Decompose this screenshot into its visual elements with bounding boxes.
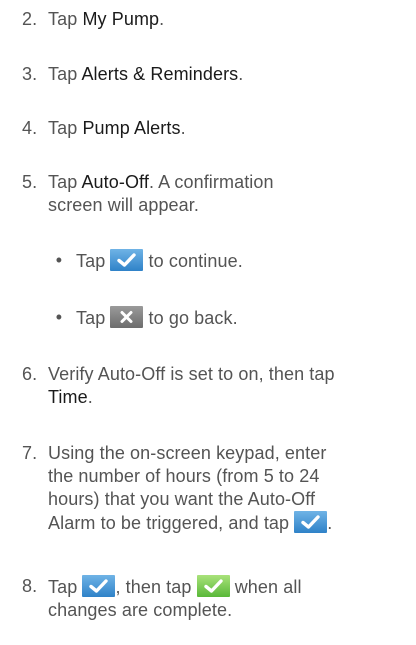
bullet-text: to go back. bbox=[143, 308, 238, 328]
step-text: . A confirmation bbox=[148, 172, 274, 192]
bullet-text: Tap bbox=[76, 308, 111, 328]
step-text: Tap bbox=[48, 9, 83, 29]
ui-term-my-pump: My Pump bbox=[82, 9, 160, 29]
bullet-dot: • bbox=[55, 250, 63, 270]
bullet-text: to continue. bbox=[143, 251, 243, 271]
step-2: 2. Tap My Pump. bbox=[22, 8, 414, 31]
step-5: 5. Tap Auto-Off. A confirmation screen w… bbox=[22, 171, 414, 217]
bullet-dot: • bbox=[55, 307, 63, 327]
step-number: 8. bbox=[22, 576, 38, 596]
step-text: Using the on-screen keypad, enter bbox=[48, 443, 327, 463]
step-text: Tap bbox=[48, 172, 82, 192]
bullet-continue: • Tap to continue. bbox=[52, 249, 412, 273]
step-text: Tap bbox=[48, 118, 83, 138]
close-icon bbox=[110, 306, 144, 328]
checkmark-icon bbox=[294, 511, 328, 533]
checkmark-icon bbox=[82, 575, 116, 597]
step-text: . bbox=[238, 64, 244, 84]
step-text: Alarm to be triggered, and tap bbox=[48, 513, 295, 533]
bullet-go-back: • Tap to go back. bbox=[52, 306, 412, 330]
step-text: . bbox=[327, 513, 333, 533]
step-number: 4. bbox=[22, 118, 38, 138]
checkmark-icon bbox=[110, 249, 144, 271]
step-number: 5. bbox=[22, 172, 38, 192]
ui-term-time: Time bbox=[48, 387, 88, 407]
step-text: hours) that you want the Auto-Off bbox=[48, 489, 316, 509]
step-text: Tap bbox=[48, 64, 82, 84]
step-7: 7. Using the on-screen keypad, enter the… bbox=[22, 442, 414, 535]
bullet-text: Tap bbox=[76, 251, 111, 271]
step-number: 2. bbox=[22, 9, 38, 29]
step-number: 7. bbox=[22, 443, 38, 463]
step-text: . bbox=[87, 387, 93, 407]
step-text: . bbox=[180, 118, 186, 138]
ui-term-pump-alerts: Pump Alerts bbox=[82, 118, 181, 138]
instruction-list: 2. Tap My Pump. 3. Tap Alerts & Reminder… bbox=[0, 0, 416, 645]
ui-term-alerts-reminders: Alerts & Reminders bbox=[81, 64, 239, 84]
step-4: 4. Tap Pump Alerts. bbox=[22, 117, 414, 140]
step-text: when all bbox=[229, 577, 302, 597]
step-number: 3. bbox=[22, 64, 38, 84]
step-text: changes are complete. bbox=[48, 600, 233, 620]
checkmark-icon bbox=[196, 575, 230, 597]
step-text: Verify Auto-Off is set to on, then tap bbox=[48, 364, 335, 384]
ui-term-auto-off: Auto-Off bbox=[81, 172, 149, 192]
step-text: Tap bbox=[48, 577, 83, 597]
step-3: 3. Tap Alerts & Reminders. bbox=[22, 63, 414, 86]
step-text: the number of hours (from 5 to 24 bbox=[48, 466, 320, 486]
step-8: 8. Tap , then tap when all changes are c… bbox=[22, 575, 414, 622]
step-text: , then tap bbox=[115, 577, 197, 597]
step-text: screen will appear. bbox=[48, 195, 199, 215]
step-text: . bbox=[159, 9, 165, 29]
step-6: 6. Verify Auto-Off is set to on, then ta… bbox=[22, 363, 414, 409]
step-number: 6. bbox=[22, 364, 38, 384]
